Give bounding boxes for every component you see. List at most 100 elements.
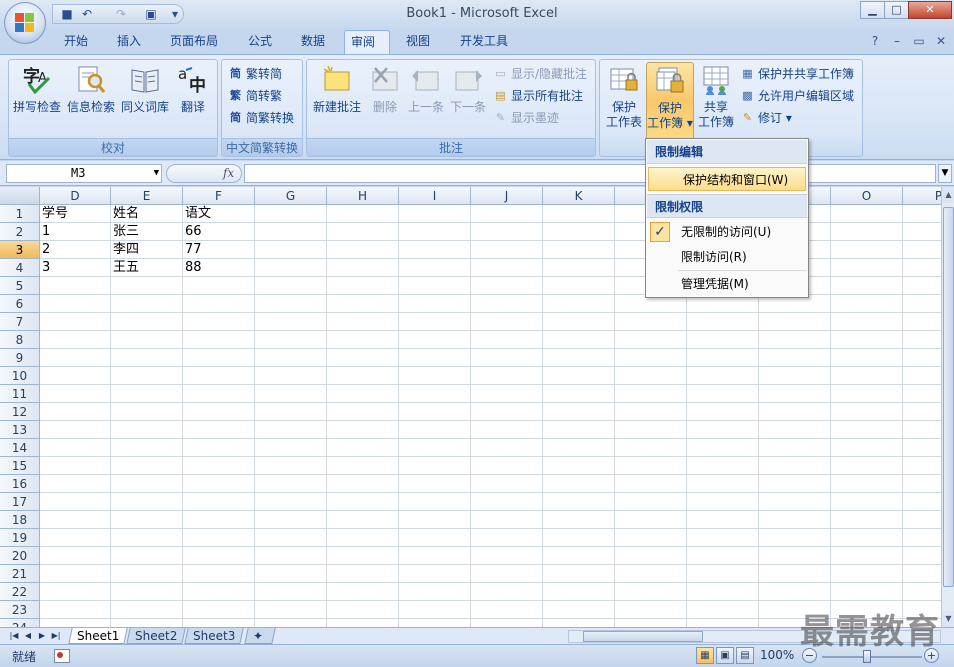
trad-to-simp-button[interactable]: 简 繁转简 [226,64,282,84]
cell-e1[interactable]: 姓名 [111,205,183,223]
tab-developer[interactable]: 开发工具 [454,30,514,54]
row-header-20[interactable]: 20 [0,547,40,565]
name-box[interactable]: M3 ▼ [6,164,162,183]
menu-item-protect-structure[interactable]: 保护结构和窗口(W) [648,167,806,191]
simp-to-trad-button[interactable]: 繁 简转繁 [226,86,282,106]
row-header-19[interactable]: 19 [0,529,40,547]
cell-f3[interactable]: 77 [183,241,255,259]
tab-formulas[interactable]: 公式 [242,30,278,54]
insert-function-icon[interactable]: fx [223,166,234,180]
show-ink-button[interactable]: ✎ 显示墨迹 [491,108,559,128]
row-header-4[interactable]: 4 [0,259,40,277]
column-header-g[interactable]: G [255,187,327,205]
zoom-slider-thumb[interactable] [863,650,871,663]
cell-e4[interactable]: 王五 [111,259,183,277]
show-hide-comment-button[interactable]: ▭ 显示/隐藏批注 [491,64,587,84]
menu-item-unrestricted-access[interactable]: ✓ 无限制的访问(U) [647,220,807,244]
next-sheet-icon[interactable]: ▶ [36,629,48,643]
row-header-11[interactable]: 11 [0,385,40,403]
row-header-8[interactable]: 8 [0,331,40,349]
column-header-d[interactable]: D [40,187,111,205]
row-header-10[interactable]: 10 [0,367,40,385]
vertical-scrollbar[interactable]: ▲ ▼ [941,187,954,627]
research-button[interactable]: 信息检索 [65,62,117,138]
row-header-7[interactable]: 7 [0,313,40,331]
page-layout-view-icon[interactable]: ▣ [716,647,734,664]
vertical-scroll-thumb[interactable] [943,207,954,587]
menu-item-restricted-access[interactable]: 限制访问(R) [647,245,807,269]
row-header-17[interactable]: 17 [0,493,40,511]
show-all-comments-button[interactable]: ▤ 显示所有批注 [491,86,583,106]
cell-d1[interactable]: 学号 [40,205,111,223]
cell-f1[interactable]: 语文 [183,205,255,223]
next-comment-button[interactable]: 下一条 [447,62,489,138]
cell-e3[interactable]: 李四 [111,241,183,259]
row-header-5[interactable]: 5 [0,277,40,295]
protect-share-workbook-button[interactable]: ▦ 保护并共享工作簿 [738,64,854,84]
row-header-18[interactable]: 18 [0,511,40,529]
column-header-o[interactable]: O [831,187,903,205]
tab-page-layout[interactable]: 页面布局 [164,30,224,54]
tab-insert[interactable]: 插入 [111,30,147,54]
column-header-j[interactable]: J [471,187,543,205]
zoom-level[interactable]: 100% [760,648,794,662]
zoom-slider[interactable] [822,656,922,658]
cell-e2[interactable]: 张三 [111,223,183,241]
translate-button[interactable]: a中 翻译 [167,62,219,138]
row-header-22[interactable]: 22 [0,583,40,601]
minimize-button[interactable]: ▁ [860,1,885,19]
column-header-p[interactable]: P [903,187,941,205]
previous-comment-button[interactable]: 上一条 [405,62,447,138]
chevron-down-icon[interactable]: ▼ [154,165,159,182]
zoom-out-icon[interactable]: − [802,648,817,663]
help-icon[interactable]: ? [868,34,882,48]
cell-d2[interactable]: 1 [40,223,111,241]
row-header-3[interactable]: 3 [0,241,40,259]
row-header-2[interactable]: 2 [0,223,40,241]
column-header-i[interactable]: I [399,187,471,205]
spell-check-button[interactable]: 字A 拼写检查 [11,62,63,138]
normal-view-icon[interactable]: ▦ [696,647,714,664]
row-header-21[interactable]: 21 [0,565,40,583]
share-workbook-button[interactable]: 共享 工作簿 [694,62,738,138]
insert-sheet-button[interactable]: ✦ [244,628,276,644]
sheet-tab-2[interactable]: Sheet2 [126,628,187,644]
thesaurus-button[interactable]: 同义词库 [119,62,171,138]
sheet-tab-3[interactable]: Sheet3 [184,628,245,644]
column-header-h[interactable]: H [327,187,399,205]
scroll-up-icon[interactable]: ▲ [942,187,954,203]
zoom-in-icon[interactable]: + [924,648,939,663]
maximize-button[interactable]: □ [884,1,909,19]
protect-sheet-button[interactable]: 保护 工作表 [602,62,646,138]
column-header-k[interactable]: K [543,187,615,205]
sheet-tab-1[interactable]: Sheet1 [68,628,129,644]
doc-minimize-button[interactable]: – [890,34,904,48]
row-header-14[interactable]: 14 [0,439,40,457]
expand-formula-bar-icon[interactable]: ▼ [938,164,952,183]
column-header-e[interactable]: E [111,187,183,205]
row-header-15[interactable]: 15 [0,457,40,475]
tab-review[interactable]: 审阅 [344,30,390,54]
menu-item-manage-credentials[interactable]: 管理凭据(M) [647,272,807,296]
row-header-24[interactable]: 24 [0,619,40,627]
horizontal-scrollbar[interactable] [568,630,941,643]
office-button[interactable] [4,2,46,44]
tab-home[interactable]: 开始 [58,30,94,54]
allow-edit-ranges-button[interactable]: ▩ 允许用户编辑区域 [738,86,854,106]
delete-comment-button[interactable]: 删除 [365,62,405,138]
row-header-13[interactable]: 13 [0,421,40,439]
cell-f2[interactable]: 66 [183,223,255,241]
chinese-conversion-button[interactable]: 简 简繁转换 [226,108,294,128]
row-header-1[interactable]: 1 [0,205,40,223]
doc-restore-button[interactable]: ▭ [912,34,926,48]
row-header-9[interactable]: 9 [0,349,40,367]
horizontal-scroll-thumb[interactable] [583,631,703,642]
tab-data[interactable]: 数据 [295,30,331,54]
cell-f4[interactable]: 88 [183,259,255,277]
track-changes-button[interactable]: ✎ 修订 ▾ [738,108,792,128]
last-sheet-icon[interactable]: ▶| [50,629,62,643]
page-break-view-icon[interactable]: ▤ [736,647,754,664]
row-header-16[interactable]: 16 [0,475,40,493]
close-button[interactable]: ✕ [908,1,952,19]
formula-input[interactable] [244,164,936,183]
